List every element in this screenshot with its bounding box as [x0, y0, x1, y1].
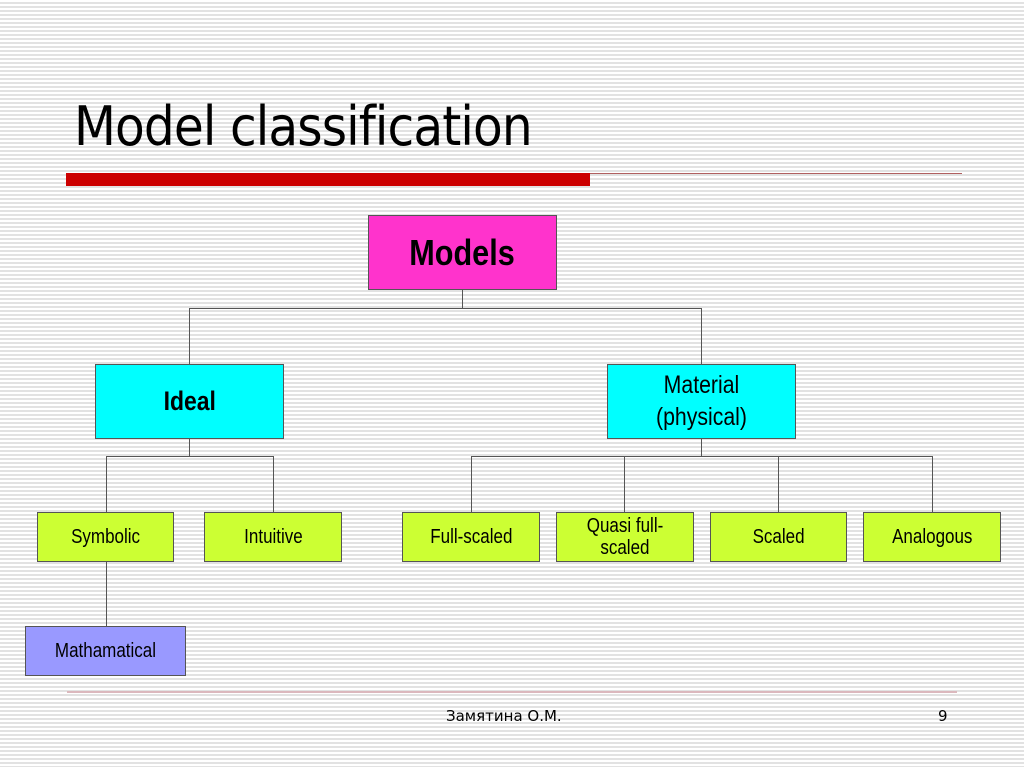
- node-quasi-full-scaled: Quasi full- scaled: [556, 512, 694, 562]
- node-label: Ideal: [163, 385, 216, 416]
- connector: [471, 456, 933, 457]
- node-label: Full-scaled: [429, 525, 513, 548]
- node-full-scaled: Full-scaled: [402, 512, 540, 562]
- footer-divider: [67, 691, 957, 693]
- connector: [273, 456, 274, 512]
- node-ideal: Ideal: [95, 364, 284, 439]
- node-label: Models: [409, 232, 516, 273]
- node-intuitive: Intuitive: [204, 512, 342, 562]
- connector: [106, 561, 107, 626]
- footer-author: Замятина О.М.: [446, 707, 562, 725]
- connector: [701, 308, 702, 364]
- node-scaled: Scaled: [710, 512, 847, 562]
- title-underline-line: [590, 173, 962, 174]
- node-label: Symbolic: [71, 525, 140, 548]
- connector: [624, 456, 625, 512]
- node-label: Analogous: [891, 525, 973, 548]
- node-label-line1: Quasi full-: [586, 515, 664, 537]
- node-material: Material (physical): [607, 364, 796, 439]
- slide-title: Model classification: [74, 95, 533, 158]
- connector: [778, 456, 779, 512]
- node-label-line2: (physical): [656, 402, 747, 431]
- node-models: Models: [368, 215, 557, 290]
- connector: [189, 308, 702, 309]
- title-underline-bar: [66, 173, 590, 186]
- node-analogous: Analogous: [863, 512, 1001, 562]
- node-label: Intuitive: [243, 525, 303, 548]
- connector: [106, 456, 107, 512]
- connector: [932, 456, 933, 512]
- node-label: Scaled: [752, 525, 805, 548]
- node-mathamatical: Mathamatical: [25, 626, 186, 676]
- node-symbolic: Symbolic: [37, 512, 174, 562]
- connector: [189, 308, 190, 364]
- page-number: 9: [938, 707, 948, 725]
- connector: [106, 456, 274, 457]
- connector: [471, 456, 472, 512]
- node-label-line1: Material: [663, 371, 740, 400]
- connector: [189, 438, 190, 456]
- connector: [701, 438, 702, 456]
- node-label: Mathamatical: [54, 639, 157, 662]
- connector: [462, 290, 463, 308]
- node-label-line2: scaled: [600, 537, 650, 559]
